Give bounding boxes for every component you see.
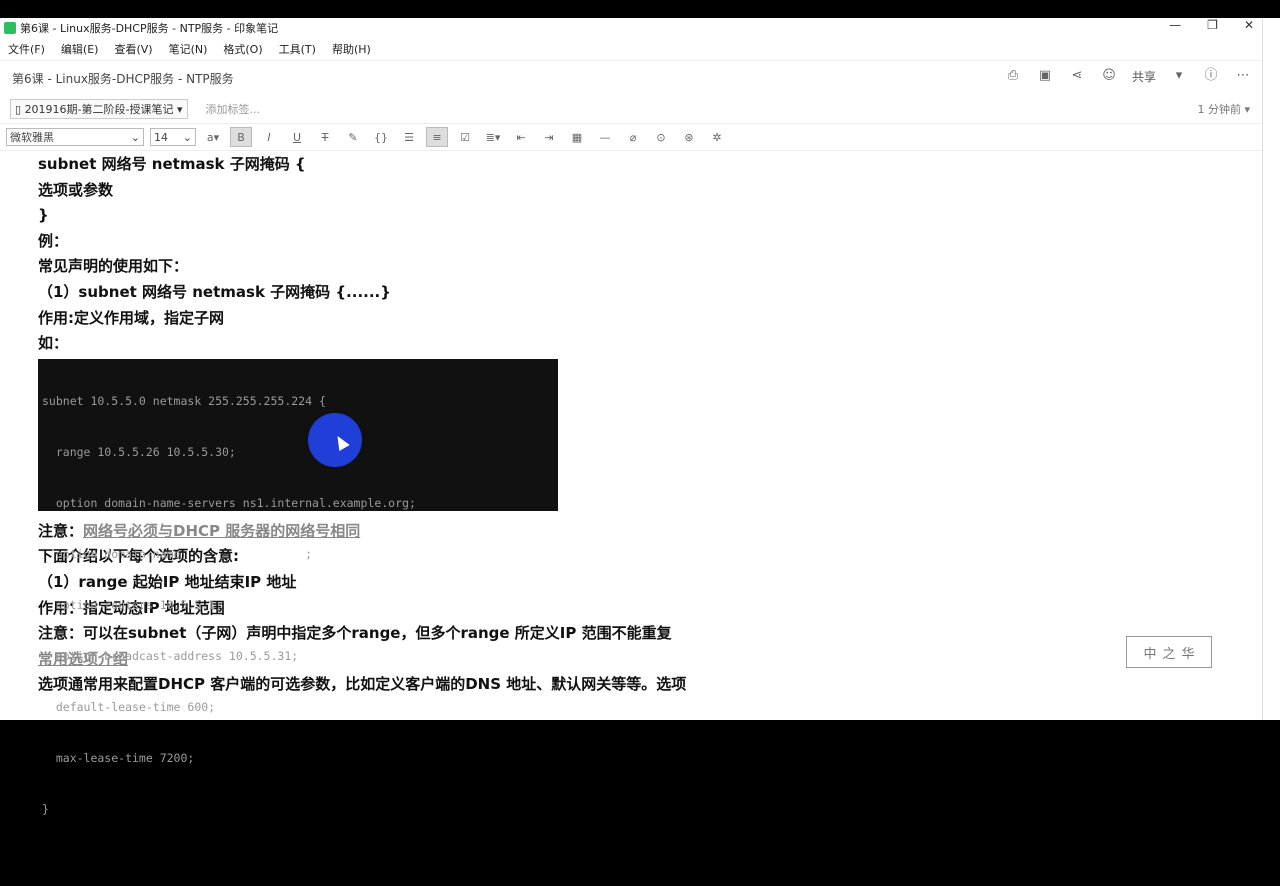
menu-bar: 文件(F) 编辑(E) 查看(V) 笔记(N) 格式(O) 工具(T) 帮助(H… [0, 38, 1262, 61]
body-line: （1）subnet 网络号 netmask 子网掩码 {......} [38, 282, 391, 301]
menu-note[interactable]: 笔记(N) [169, 41, 208, 57]
more-icon[interactable]: ⋯ [1234, 67, 1252, 85]
evernote-app-icon [4, 22, 16, 34]
menu-file[interactable]: 文件(F) [8, 41, 45, 57]
menu-view[interactable]: 查看(V) [114, 41, 152, 57]
table-icon[interactable]: ▦ [566, 127, 588, 147]
terminal-line: option domain-name ; [42, 546, 313, 561]
align-icon[interactable]: ≣▾ [482, 127, 504, 147]
bold-icon[interactable]: B [230, 127, 252, 147]
note-body[interactable]: subnet 网络号 netmask 子网掩码 { 选项或参数 } 例： 常见声… [38, 152, 1238, 816]
italic-icon[interactable]: I [258, 127, 280, 147]
terminal-line: max-lease-time 7200; [42, 750, 195, 765]
share-button[interactable]: 共享 [1132, 68, 1156, 85]
title-bar: 第6课 - Linux服务-DHCP服务 - NTP服务 - 印象笔记 — ❐ … [0, 18, 1262, 38]
terminal-line: default-lease-time 600; [42, 699, 216, 714]
body-line: 选项或参数 [38, 180, 114, 199]
code-icon[interactable]: {} [370, 127, 392, 147]
notebook-name: 201916期-第二阶段-授课笔记 [24, 103, 174, 116]
note-title[interactable]: 第6课 - Linux服务-DHCP服务 - NTP服务 [12, 70, 234, 87]
bullet-list-icon[interactable]: ☰ [398, 127, 420, 147]
font-color-icon[interactable]: a▾ [202, 127, 224, 147]
close-button[interactable]: ✕ [1244, 18, 1254, 32]
notebook-icon: ▯ [15, 103, 22, 116]
watermark-stamp: 中之华 [1126, 636, 1212, 668]
terminal-line: option domain-name-servers ns1.internal.… [42, 495, 416, 510]
body-line: 作用:定义作用域，指定子网 [38, 308, 224, 327]
saved-time: 1 分钟前 ▾ [1197, 103, 1250, 116]
people-icon[interactable]: ☺ [1100, 67, 1118, 85]
top-black-bar [0, 0, 1280, 18]
more-format-icon[interactable]: ✲ [706, 127, 728, 147]
strikethrough-icon[interactable]: T [314, 127, 336, 147]
checkbox-icon[interactable]: ☑ [454, 127, 476, 147]
terminal-line: } [42, 801, 49, 816]
chevron-down-icon: ⌄ [130, 130, 140, 144]
font-size-select[interactable]: 14 ⌄ [150, 128, 196, 146]
numbered-list-icon[interactable]: ≡ [426, 127, 448, 147]
terminal-line: range 10.5.5.26 10.5.5.30; [42, 444, 236, 459]
menu-edit[interactable]: 编辑(E) [61, 41, 99, 57]
terminal-screenshot: subnet 10.5.5.0 netmask 255.255.255.224 … [38, 358, 558, 816]
font-size-value: 14 [154, 130, 168, 144]
chevron-down-icon: ⌄ [182, 130, 192, 144]
body-line: } [38, 206, 49, 225]
menu-format[interactable]: 格式(O) [223, 41, 262, 57]
print-icon[interactable]: ⎙ [1004, 67, 1022, 85]
maximize-button[interactable]: ❐ [1207, 18, 1218, 32]
note-header: 第6课 - Linux服务-DHCP服务 - NTP服务 ⎙ ▣ ⋖ ☺ 共享 … [0, 61, 1262, 95]
body-line: 常见声明的使用如下： [38, 257, 189, 276]
window-title: 第6课 - Linux服务-DHCP服务 - NTP服务 - 印象笔记 [20, 22, 279, 35]
window-controls: — ❐ ✕ [1169, 18, 1254, 32]
present-icon[interactable]: ▣ [1036, 67, 1054, 85]
body-line: 例： [38, 231, 69, 250]
highlight-icon[interactable]: ✎ [342, 127, 364, 147]
share-nodes-icon[interactable]: ⋖ [1068, 67, 1086, 85]
right-scroll-strip[interactable] [1262, 18, 1280, 720]
record-icon[interactable]: ⊙ [650, 127, 672, 147]
horizontal-rule-icon[interactable]: — [594, 127, 616, 147]
notebook-selector[interactable]: ▯ 201916期-第二阶段-授课笔记 ▾ [10, 99, 188, 119]
minimize-button[interactable]: — [1169, 18, 1181, 32]
add-tag-input[interactable]: 添加标签... [206, 101, 261, 117]
underline-icon[interactable]: U [286, 127, 308, 147]
font-family-value: 微软雅黑 [10, 131, 54, 144]
attachment-icon[interactable]: ⌀ [622, 127, 644, 147]
terminal-line: subnet 10.5.5.0 netmask 255.255.255.224 … [42, 393, 326, 408]
tag-row: ▯ 201916期-第二阶段-授课笔记 ▾ 添加标签... 1 分钟前 ▾ [0, 95, 1262, 123]
font-family-select[interactable]: 微软雅黑 ⌄ [6, 128, 144, 146]
chevron-down-icon[interactable]: ▾ [1170, 67, 1188, 85]
outdent-icon[interactable]: ⇤ [510, 127, 532, 147]
body-line: subnet 网络号 netmask 子网掩码 { [38, 155, 306, 173]
chevron-down-icon: ▾ [177, 103, 183, 116]
terminal-line: option routers 10.5.5.1; [42, 597, 223, 612]
note-actions: ⎙ ▣ ⋖ ☺ 共享 ▾ ⓘ ⋯ [1004, 67, 1252, 85]
format-toolbar: 微软雅黑 ⌄ 14 ⌄ a▾ B I U T ✎ {} ☰ ≡ ☑ ≣▾ ⇤ ⇥… [0, 123, 1262, 151]
body-line: 如： [38, 334, 69, 353]
terminal-line: option broadcast-address 10.5.5.31; [42, 648, 299, 663]
menu-help[interactable]: 帮助(H) [332, 41, 371, 57]
encrypt-icon[interactable]: ⊛ [678, 127, 700, 147]
info-icon[interactable]: ⓘ [1202, 67, 1220, 85]
indent-icon[interactable]: ⇥ [538, 127, 560, 147]
menu-tools[interactable]: 工具(T) [279, 41, 316, 57]
